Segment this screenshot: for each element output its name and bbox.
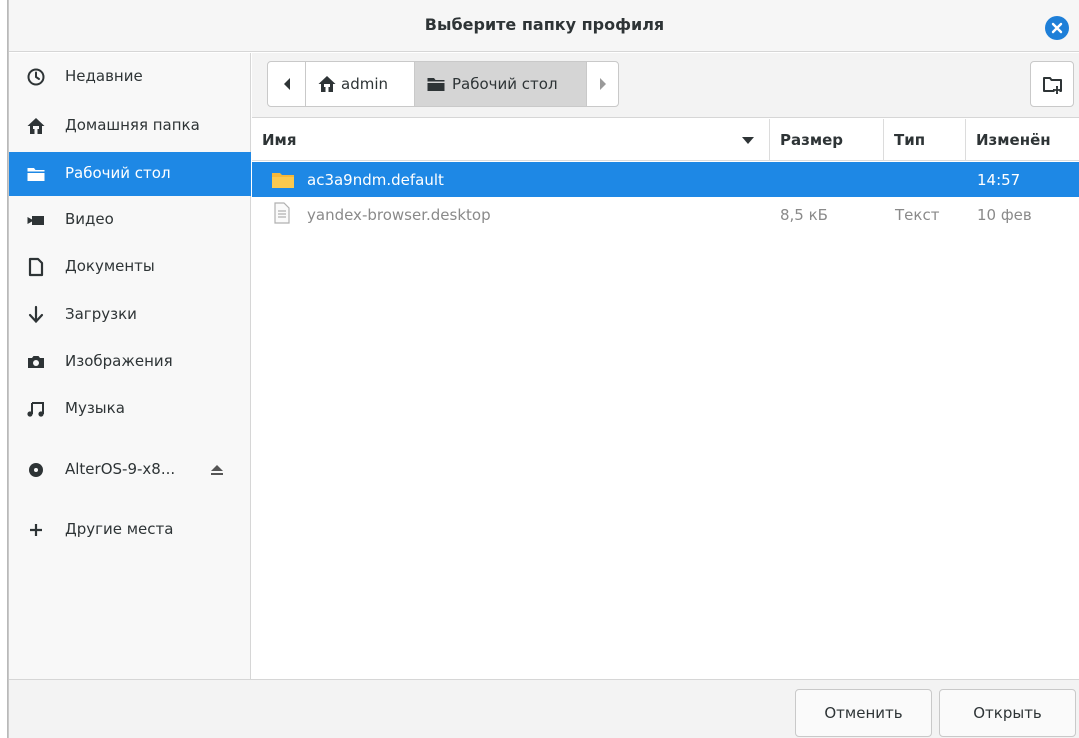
breadcrumb: admin Рабочий стол	[267, 61, 619, 107]
title-bar: Выберите папку профиля	[9, 0, 1079, 52]
download-icon	[28, 305, 44, 324]
sidebar-item-label: Документы	[65, 257, 155, 275]
sidebar-item-video[interactable]: Видео	[9, 198, 251, 242]
sidebar-item-recent[interactable]: Недавние	[9, 55, 251, 99]
folder-icon	[272, 173, 294, 188]
sort-descending-icon	[742, 137, 754, 144]
places-sidebar: Недавние Домашняя папка Рабочий стол Вид…	[9, 53, 251, 679]
path-segment-desktop[interactable]: Рабочий стол	[415, 62, 587, 106]
sidebar-item-alteros-volume[interactable]: AlterOS-9-x8...	[9, 448, 251, 492]
new-folder-icon	[1043, 77, 1062, 94]
file-size: 8,5 кБ	[780, 206, 828, 224]
file-name: ac3a9ndm.default	[307, 171, 444, 189]
sidebar-item-downloads[interactable]: Загрузки	[9, 293, 251, 337]
clock-icon	[27, 68, 45, 86]
camera-icon	[28, 356, 44, 368]
sidebar-item-pictures[interactable]: Изображения	[9, 340, 251, 384]
home-icon	[27, 118, 45, 134]
file-modified: 10 фев	[977, 206, 1032, 224]
table-row[interactable]: yandex-browser.desktop 8,5 кБ Текст 10 ф…	[252, 197, 1079, 232]
file-chooser-dialog: Выберите папку профиля Недавние Домашняя…	[8, 0, 1079, 738]
chevron-right-icon	[600, 78, 606, 90]
sidebar-item-other-locations[interactable]: Другие места	[9, 508, 251, 552]
sidebar-item-music[interactable]: Музыка	[9, 387, 251, 431]
sidebar-item-desktop[interactable]: Рабочий стол	[9, 152, 251, 196]
sidebar-item-label: AlterOS-9-x8...	[65, 460, 176, 478]
sidebar-item-label: Другие места	[65, 520, 174, 538]
column-header-size[interactable]: Размер	[770, 119, 884, 161]
column-header-type[interactable]: Тип	[884, 119, 966, 161]
column-header-label: Тип	[894, 131, 926, 149]
path-segment-admin[interactable]: admin	[306, 62, 415, 106]
action-bar: Отменить Открыть	[9, 679, 1079, 738]
sidebar-item-label: Видео	[65, 210, 114, 228]
home-icon	[318, 76, 336, 92]
path-back-button[interactable]	[268, 62, 306, 106]
close-icon	[1051, 22, 1063, 34]
document-icon	[28, 257, 44, 277]
file-list: Имя Размер Тип Изменён ac3a9ndm.default …	[252, 119, 1079, 679]
sidebar-item-label: Изображения	[65, 352, 173, 370]
folder-icon	[27, 168, 45, 181]
column-header-modified[interactable]: Изменён	[966, 119, 1079, 161]
cancel-button[interactable]: Отменить	[795, 689, 932, 737]
folder-icon	[427, 78, 445, 91]
video-icon	[27, 216, 44, 225]
column-header-name[interactable]: Имя	[252, 119, 770, 161]
close-button[interactable]	[1045, 16, 1069, 40]
new-folder-button[interactable]	[1030, 61, 1074, 107]
eject-icon[interactable]	[208, 460, 226, 480]
column-header-label: Изменён	[976, 131, 1051, 149]
column-header-label: Имя	[262, 131, 297, 149]
sidebar-item-label: Загрузки	[65, 305, 137, 323]
music-icon	[27, 402, 44, 417]
file-name: yandex-browser.desktop	[307, 206, 491, 224]
sidebar-item-label: Недавние	[65, 67, 143, 85]
sidebar-item-documents[interactable]: Документы	[9, 245, 251, 289]
path-segment-label: admin	[341, 75, 388, 93]
file-modified: 14:57	[977, 171, 1021, 189]
sidebar-item-label: Музыка	[65, 399, 125, 417]
table-row[interactable]: ac3a9ndm.default 14:57	[252, 162, 1079, 197]
chevron-left-icon	[284, 78, 290, 90]
sidebar-item-home[interactable]: Домашняя папка	[9, 104, 251, 148]
path-bar: admin Рабочий стол	[252, 53, 1079, 118]
open-button[interactable]: Открыть	[939, 689, 1076, 737]
file-type: Текст	[895, 206, 940, 224]
dialog-title: Выберите папку профиля	[424, 15, 665, 34]
disc-icon	[29, 463, 43, 477]
sidebar-item-label: Рабочий стол	[65, 164, 171, 182]
plus-icon	[30, 524, 42, 536]
text-file-icon	[274, 202, 290, 224]
window-edge	[0, 0, 8, 738]
sidebar-item-label: Домашняя папка	[65, 116, 200, 134]
path-forward-button[interactable]	[587, 62, 618, 106]
path-segment-label: Рабочий стол	[452, 75, 558, 93]
column-header-label: Размер	[780, 131, 844, 149]
